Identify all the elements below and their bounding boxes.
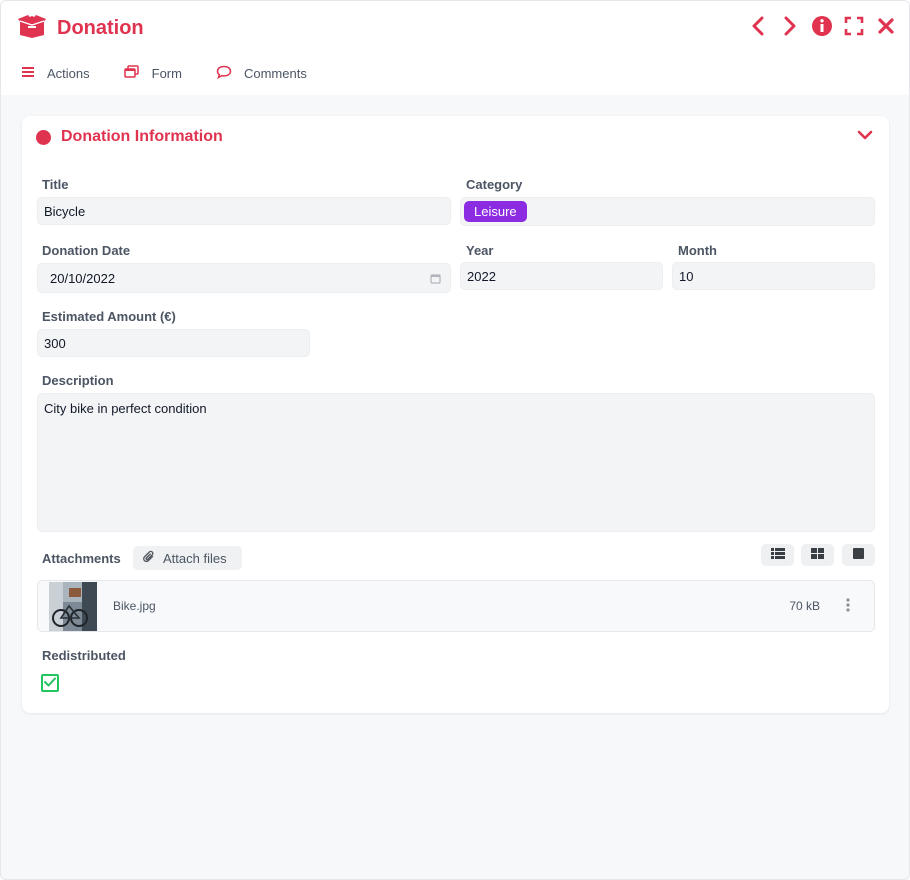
kebab-menu-icon[interactable]: [846, 598, 850, 617]
hamburger-icon: [21, 66, 35, 81]
year-input[interactable]: 2022: [460, 262, 663, 290]
attach-files-button[interactable]: Attach files: [133, 546, 242, 570]
donation-date-label: Donation Date: [42, 243, 131, 258]
comment-bubble-icon: [216, 65, 232, 82]
chevron-down-icon[interactable]: [857, 128, 873, 146]
year-label: Year: [466, 243, 494, 258]
title-label: Title: [42, 177, 69, 192]
month-label: Month: [678, 243, 717, 258]
category-field[interactable]: Leisure: [460, 197, 875, 226]
category-tag[interactable]: Leisure: [464, 201, 527, 222]
info-icon[interactable]: [811, 15, 833, 37]
list-view-icon: [770, 546, 785, 564]
donation-window: Donation Actions Form Comments Donation …: [0, 0, 910, 880]
single-view-button[interactable]: [842, 544, 875, 566]
window-stack-icon: [123, 65, 140, 82]
close-icon[interactable]: [875, 15, 897, 37]
description-label: Description: [42, 373, 114, 388]
calendar-icon[interactable]: [430, 272, 441, 287]
paperclip-icon: [143, 550, 155, 567]
title-input[interactable]: Bicycle: [37, 197, 451, 225]
chevron-left-icon[interactable]: [747, 15, 769, 37]
toolbar: Actions Form Comments: [21, 65, 341, 82]
attachment-row[interactable]: Bike.jpg 70 kB: [37, 580, 875, 632]
section-title: Donation Information: [61, 128, 223, 145]
window-title: Donation: [57, 17, 144, 39]
toolbar-form-label: Form: [151, 66, 182, 81]
attach-files-label: Attach files: [163, 550, 227, 566]
section-dot-icon: [36, 129, 51, 145]
grid-view-icon: [811, 546, 824, 564]
month-input[interactable]: 10: [672, 262, 875, 290]
redistributed-label: Redistributed: [42, 648, 126, 663]
list-view-button[interactable]: [761, 544, 794, 566]
window-header: Donation Actions Form Comments: [1, 1, 909, 95]
toolbar-comments[interactable]: Comments: [216, 65, 307, 82]
donation-information-card: Donation Information Title Bicycle Categ…: [22, 116, 889, 713]
toolbar-actions[interactable]: Actions: [21, 66, 90, 81]
description-textarea[interactable]: City bike in perfect condition: [37, 393, 875, 532]
single-view-icon: [853, 546, 864, 564]
category-label: Category: [466, 177, 523, 192]
redistributed-checkbox[interactable]: [41, 674, 59, 692]
donation-date-input[interactable]: 20/10/2022: [37, 263, 451, 293]
estimated-amount-input[interactable]: 300: [37, 329, 310, 357]
window-title-row: Donation: [17, 13, 144, 44]
checkmark-icon: [44, 674, 56, 692]
window-controls: [747, 15, 897, 37]
box-icon: [17, 13, 47, 44]
toolbar-form[interactable]: Form: [123, 65, 182, 82]
grid-view-button[interactable]: [801, 544, 834, 566]
fullscreen-icon[interactable]: [843, 15, 865, 37]
estimated-amount-label: Estimated Amount (€): [42, 309, 176, 324]
attachments-label: Attachments: [42, 551, 121, 566]
bike-thumbnail-image[interactable]: [49, 582, 97, 631]
section-header: Donation Information: [36, 128, 223, 146]
chevron-right-icon[interactable]: [779, 15, 801, 37]
toolbar-comments-label: Comments: [243, 66, 307, 81]
attachment-file-name[interactable]: Bike.jpg: [113, 599, 156, 613]
attachment-file-size: 70 kB: [789, 599, 820, 613]
donation-date-value: 20/10/2022: [50, 270, 116, 286]
toolbar-actions-label: Actions: [47, 66, 90, 81]
